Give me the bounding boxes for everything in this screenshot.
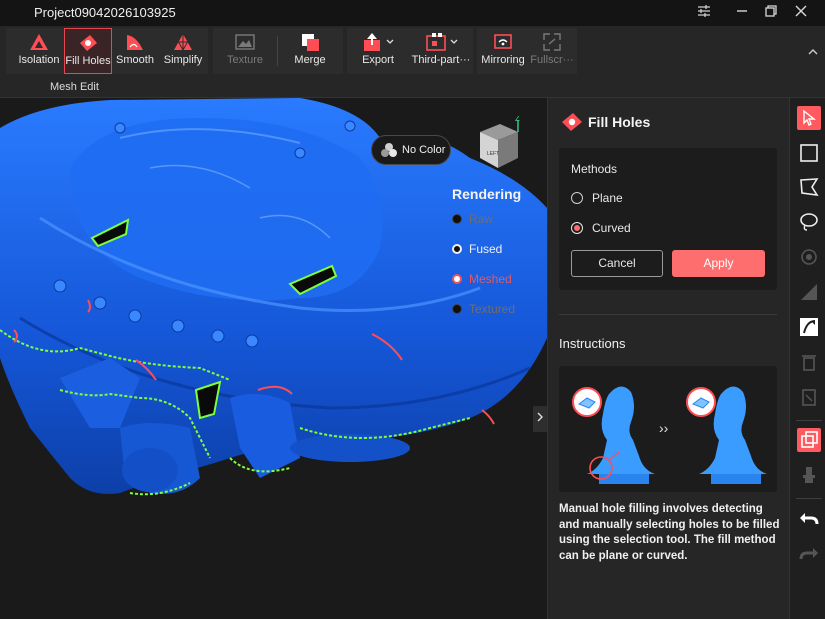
no-color-label: No Color xyxy=(402,144,446,156)
radio-dot-icon xyxy=(452,214,462,224)
merge-icon xyxy=(302,34,319,51)
methods-label: Methods xyxy=(571,162,618,176)
export-icon xyxy=(364,33,394,51)
smooth-button[interactable]: Smooth xyxy=(114,28,156,74)
panel-toggle-chevron-icon[interactable] xyxy=(533,406,547,432)
fill-holes-icon xyxy=(562,113,582,131)
render-option-meshed[interactable]: Meshed xyxy=(452,272,542,302)
fullscreen-icon xyxy=(543,33,561,51)
third-party-icon xyxy=(426,33,458,51)
app-window: Project09042026103925 Isolation Fill Hol… xyxy=(0,0,825,619)
fill-holes-panel: Fill Holes Methods Plane Curved Cancel A… xyxy=(547,98,789,619)
3d-viewport[interactable]: No Color LEFT Z Rendering Raw Fused Mesh… xyxy=(0,98,547,619)
toolbar-separator xyxy=(796,420,822,421)
clear-icon[interactable] xyxy=(797,385,821,409)
methods-box: Methods Plane Curved Cancel Apply xyxy=(559,148,777,290)
simplify-button[interactable]: Simplify xyxy=(160,28,206,74)
radio-dot-icon xyxy=(452,244,462,254)
method-curved-radio[interactable]: Curved xyxy=(571,221,631,235)
restore-icon[interactable] xyxy=(759,3,783,23)
simplify-icon xyxy=(174,34,192,51)
selection-toolbar xyxy=(789,98,825,619)
arrow-icon: ›› xyxy=(659,420,669,436)
instructions-text: Manual hole filling involves detecting a… xyxy=(559,503,780,562)
panel-title: Fill Holes xyxy=(588,114,651,130)
render-option-textured[interactable]: Textured xyxy=(452,302,542,332)
rendering-title: Rendering xyxy=(452,186,522,202)
mesh-edit-group-label: Mesh Edit xyxy=(50,81,99,93)
color-circles-icon xyxy=(381,143,397,157)
duplicate-icon[interactable] xyxy=(797,428,821,452)
rendering-panel: Rendering Raw Fused Meshed Textured xyxy=(452,186,542,332)
collapse-toolbar-icon[interactable] xyxy=(807,44,819,60)
polygon-select-icon[interactable] xyxy=(797,175,821,199)
select-cursor-icon[interactable] xyxy=(797,106,821,130)
fill-holes-icon xyxy=(80,35,97,51)
view-cube[interactable]: LEFT Z xyxy=(474,114,530,179)
rectangle-select-icon[interactable] xyxy=(797,141,821,165)
fullscreen-button[interactable]: Fullscr··· xyxy=(530,28,574,74)
delete-icon[interactable] xyxy=(797,350,821,374)
texture-icon xyxy=(235,34,255,50)
merge-button[interactable]: Merge xyxy=(288,28,332,74)
toolbar-separator xyxy=(796,498,822,499)
method-plane-radio[interactable]: Plane xyxy=(571,191,623,205)
close-icon[interactable] xyxy=(789,3,813,23)
connected-select-icon[interactable] xyxy=(797,245,821,269)
texture-button[interactable]: Texture xyxy=(222,28,268,74)
apply-button[interactable]: Apply xyxy=(672,250,765,277)
radio-circle-icon xyxy=(571,192,583,204)
window-title: Project09042026103925 xyxy=(34,5,176,20)
fill-holes-button[interactable]: Fill Holes xyxy=(64,28,112,74)
lasso-select-icon[interactable] xyxy=(797,210,821,234)
smooth-icon xyxy=(127,35,143,50)
instructions-title: Instructions xyxy=(559,336,626,351)
mesh-model[interactable] xyxy=(0,98,547,619)
main-toolbar: Isolation Fill Holes Smooth Simplify Tex… xyxy=(0,26,825,98)
panel-divider xyxy=(559,314,777,315)
render-option-fused[interactable]: Fused xyxy=(452,242,542,272)
radio-circle-selected-icon xyxy=(571,222,583,234)
mirroring-icon xyxy=(494,34,512,49)
gradient-icon[interactable] xyxy=(797,280,821,304)
isolation-button[interactable]: Isolation xyxy=(16,28,62,74)
bust-before-image xyxy=(572,386,655,484)
bust-after-image xyxy=(686,386,767,484)
viewcube-axis-label: Z xyxy=(515,116,520,123)
viewcube-face-label: LEFT xyxy=(487,151,499,157)
third-party-button[interactable]: Third-part··· xyxy=(410,28,472,74)
minimize-icon[interactable] xyxy=(730,3,754,23)
redo-icon[interactable] xyxy=(797,541,821,565)
cancel-button[interactable]: Cancel xyxy=(571,250,663,277)
render-option-raw[interactable]: Raw xyxy=(452,212,542,242)
undo-icon[interactable] xyxy=(797,506,821,530)
invert-selection-icon[interactable] xyxy=(797,315,821,339)
title-bar: Project09042026103925 xyxy=(0,0,825,26)
isolation-icon xyxy=(30,34,48,50)
mirroring-button[interactable]: Mirroring xyxy=(480,28,526,74)
toolbar-separator xyxy=(277,36,278,66)
no-color-toggle[interactable]: No Color xyxy=(371,135,451,165)
settings-icon[interactable] xyxy=(692,3,716,23)
radio-dot-icon xyxy=(452,274,462,284)
pin-icon[interactable] xyxy=(797,463,821,487)
radio-dot-icon xyxy=(452,304,462,314)
export-button[interactable]: Export xyxy=(356,28,400,74)
instructions-illustration: ›› xyxy=(559,366,777,492)
